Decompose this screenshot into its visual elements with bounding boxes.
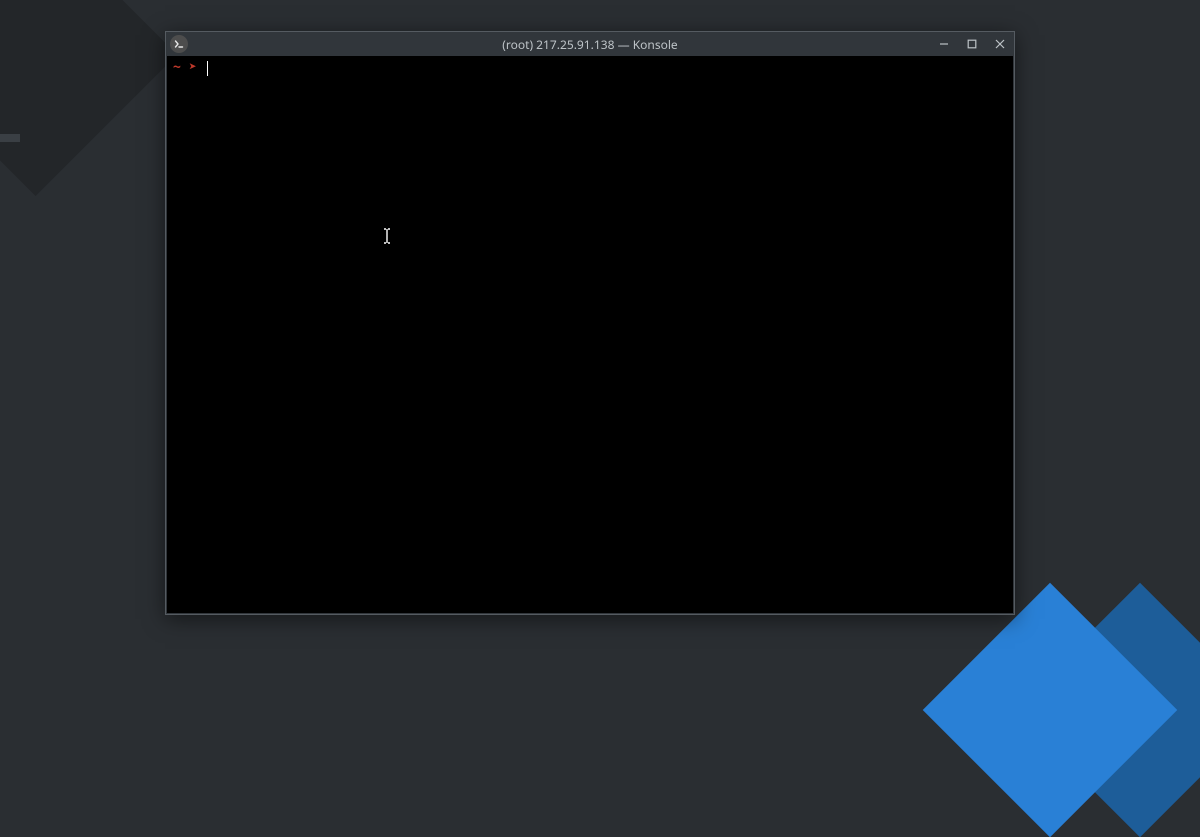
terminal-app-icon	[170, 35, 188, 53]
mouse-ibeam-cursor-icon	[383, 228, 391, 250]
prompt-path: ~	[173, 60, 181, 77]
prompt-line: ~ ➤	[173, 60, 1007, 77]
desktop-panel-hint	[0, 134, 20, 142]
konsole-window: (root) 217.25.91.138 — Konsole ~ ➤	[165, 31, 1015, 615]
window-controls	[930, 32, 1014, 56]
close-button[interactable]	[986, 32, 1014, 56]
maximize-button[interactable]	[958, 32, 986, 56]
prompt-arrow-icon: ➤	[189, 60, 197, 77]
window-title: (root) 217.25.91.138 — Konsole	[166, 36, 1014, 53]
window-titlebar[interactable]: (root) 217.25.91.138 — Konsole	[166, 32, 1014, 56]
terminal-view[interactable]: ~ ➤	[167, 56, 1013, 613]
desktop-bg-shape	[0, 0, 177, 196]
minimize-button[interactable]	[930, 32, 958, 56]
terminal-cursor	[207, 61, 209, 76]
